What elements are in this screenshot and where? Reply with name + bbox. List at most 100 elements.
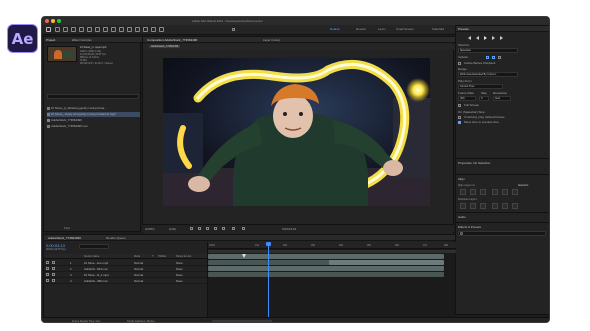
shape-tool-icon[interactable] xyxy=(103,27,108,32)
tab-layer[interactable]: Layer (none) xyxy=(263,38,280,42)
move-time-checkbox[interactable] xyxy=(458,121,461,124)
timeline-search-input[interactable] xyxy=(79,244,109,249)
playhead-handle[interactable] xyxy=(266,242,271,246)
col-mode[interactable]: Mode xyxy=(134,255,140,258)
puppet-tool-icon[interactable] xyxy=(159,27,164,32)
workspace-standard[interactable]: Standard xyxy=(432,27,444,31)
first-frame-icon[interactable] xyxy=(468,36,471,40)
composition-viewer[interactable] xyxy=(163,58,430,206)
align-to-dropdown[interactable]: Selection xyxy=(518,184,528,187)
clone-stamp-tool-icon[interactable] xyxy=(135,27,140,32)
transparency-grid-icon[interactable] xyxy=(198,227,201,230)
layer-bar-4[interactable] xyxy=(208,272,444,277)
workspace-learn[interactable]: Learn xyxy=(378,27,386,31)
magnification-dropdown[interactable]: (100%) xyxy=(145,227,155,231)
visibility-eye-icon[interactable] xyxy=(46,261,49,264)
audio-speaker-icon[interactable] xyxy=(52,261,55,264)
cache-before-checkbox[interactable] xyxy=(458,62,461,65)
minimize-window-button[interactable] xyxy=(51,19,55,23)
distribute-left-icon[interactable] xyxy=(492,203,498,209)
roto-brush-tool-icon[interactable] xyxy=(151,27,156,32)
project-item[interactable]: AdobeStock_773664496 xyxy=(47,118,140,123)
project-item-selected[interactable]: 10 Street_ slowly and gently moving forw… xyxy=(47,112,140,117)
col-trkmat[interactable]: TrkMat xyxy=(158,255,166,258)
distribute-right-icon[interactable] xyxy=(512,203,518,209)
align-right-icon[interactable] xyxy=(480,189,486,195)
distribute-bottom-icon[interactable] xyxy=(480,203,486,209)
last-frame-icon[interactable] xyxy=(500,36,503,40)
layer-bar-3[interactable] xyxy=(208,266,444,271)
mask-visibility-icon[interactable] xyxy=(206,227,209,230)
eraser-tool-icon[interactable] xyxy=(143,27,148,32)
fast-previews-icon[interactable] xyxy=(190,227,193,230)
snapping-checkbox[interactable] xyxy=(232,28,235,31)
project-search-input[interactable] xyxy=(47,94,139,99)
layer-parent[interactable]: None xyxy=(176,278,183,284)
include-audio-toggle[interactable] xyxy=(492,56,495,59)
tab-project[interactable]: Project xyxy=(46,38,55,42)
toggle-switches-modes[interactable]: Toggle Switches / Modes xyxy=(127,320,155,322)
full-screen-checkbox[interactable] xyxy=(458,104,461,107)
tab-effect-controls[interactable]: Effect Controls xyxy=(72,38,92,42)
camera-tool-icon[interactable] xyxy=(87,27,92,32)
align-v-center-icon[interactable] xyxy=(502,189,508,195)
region-of-interest-icon[interactable] xyxy=(214,227,217,230)
visibility-eye-icon[interactable] xyxy=(46,279,49,282)
work-area-bar[interactable] xyxy=(208,250,456,253)
tab-preview[interactable]: Preview xyxy=(458,27,469,31)
type-tool-icon[interactable] xyxy=(119,27,124,32)
resolution-select[interactable]: Auto xyxy=(493,96,511,101)
frame-rate-dropdown[interactable]: (30) xyxy=(458,96,476,101)
col-t[interactable]: T xyxy=(152,255,154,258)
resolution-dropdown[interactable]: (Full) xyxy=(169,227,176,231)
audio-speaker-icon[interactable] xyxy=(52,267,55,270)
color-channels-icon[interactable] xyxy=(232,227,235,230)
audio-speaker-icon[interactable] xyxy=(52,279,55,282)
timeline-layer-row[interactable]: 4 AdobeSt...496.mov Normal None xyxy=(44,278,207,284)
distribute-h-center-icon[interactable] xyxy=(502,203,508,209)
next-frame-icon[interactable] xyxy=(492,36,495,40)
zoom-window-button[interactable] xyxy=(57,19,61,23)
time-ruler[interactable]: 0;00f 01s 02s 03s 04s 05s 06s 07s 08s xyxy=(208,242,456,249)
snapshot-icon[interactable] xyxy=(242,227,245,230)
project-item[interactable]: AdobeStock_773664496.mov xyxy=(47,124,140,129)
align-left-icon[interactable] xyxy=(460,189,466,195)
zoom-tool-icon[interactable] xyxy=(71,27,76,32)
audio-speaker-icon[interactable] xyxy=(52,273,55,276)
bit-depth-button[interactable]: 8 bpc xyxy=(64,227,70,230)
align-h-center-icon[interactable] xyxy=(470,189,476,195)
pen-tool-icon[interactable] xyxy=(111,27,116,32)
shortcut-dropdown[interactable]: Spacebar xyxy=(458,48,518,53)
if-caching-checkbox[interactable] xyxy=(458,116,461,119)
brush-tool-icon[interactable] xyxy=(127,27,132,32)
tab-composition[interactable]: Composition AdobeStock_773664496 xyxy=(147,38,197,42)
distribute-v-center-icon[interactable] xyxy=(470,203,476,209)
hand-tool-icon[interactable] xyxy=(63,27,68,32)
effects-search-input[interactable] xyxy=(458,231,546,236)
workspace-small-screen[interactable]: Small Screen xyxy=(396,27,414,31)
pan-behind-tool-icon[interactable] xyxy=(95,27,100,32)
align-bottom-icon[interactable] xyxy=(512,189,518,195)
rotate-tool-icon[interactable] xyxy=(79,27,84,32)
timeline-zoom-slider[interactable] xyxy=(212,320,272,322)
comp-nav-tab[interactable]: AdobeStock_773664496 xyxy=(149,45,181,48)
layer-mode[interactable]: Normal xyxy=(134,278,143,284)
visibility-eye-icon[interactable] xyxy=(46,273,49,276)
tab-timeline-comp[interactable]: AdobeStock_773664496 xyxy=(48,236,81,240)
visibility-eye-icon[interactable] xyxy=(46,267,49,270)
include-video-toggle[interactable] xyxy=(486,56,489,59)
layer-bar-2b[interactable] xyxy=(329,260,444,265)
col-source-name[interactable]: Source Name xyxy=(84,255,99,258)
distribute-top-icon[interactable] xyxy=(460,203,466,209)
home-icon[interactable] xyxy=(46,27,51,32)
tab-render-queue[interactable]: Render Queue xyxy=(106,236,126,240)
selection-tool-icon[interactable] xyxy=(55,27,60,32)
project-item[interactable]: 10 Street_yt_Relaxing gently moving forw… xyxy=(47,106,140,111)
play-from-dropdown[interactable]: Current Time xyxy=(458,84,503,89)
workspace-default[interactable]: Default xyxy=(330,27,340,31)
timeline-tracks[interactable]: 0;00f 01s 02s 03s 04s 05s 06s 07s 08s xyxy=(207,242,456,322)
col-parent[interactable]: Parent & Link xyxy=(176,255,191,258)
close-window-button[interactable] xyxy=(45,19,49,23)
range-dropdown[interactable]: Work Area Extended By Current... xyxy=(458,72,518,77)
skip-dropdown[interactable]: 0 xyxy=(479,96,489,101)
